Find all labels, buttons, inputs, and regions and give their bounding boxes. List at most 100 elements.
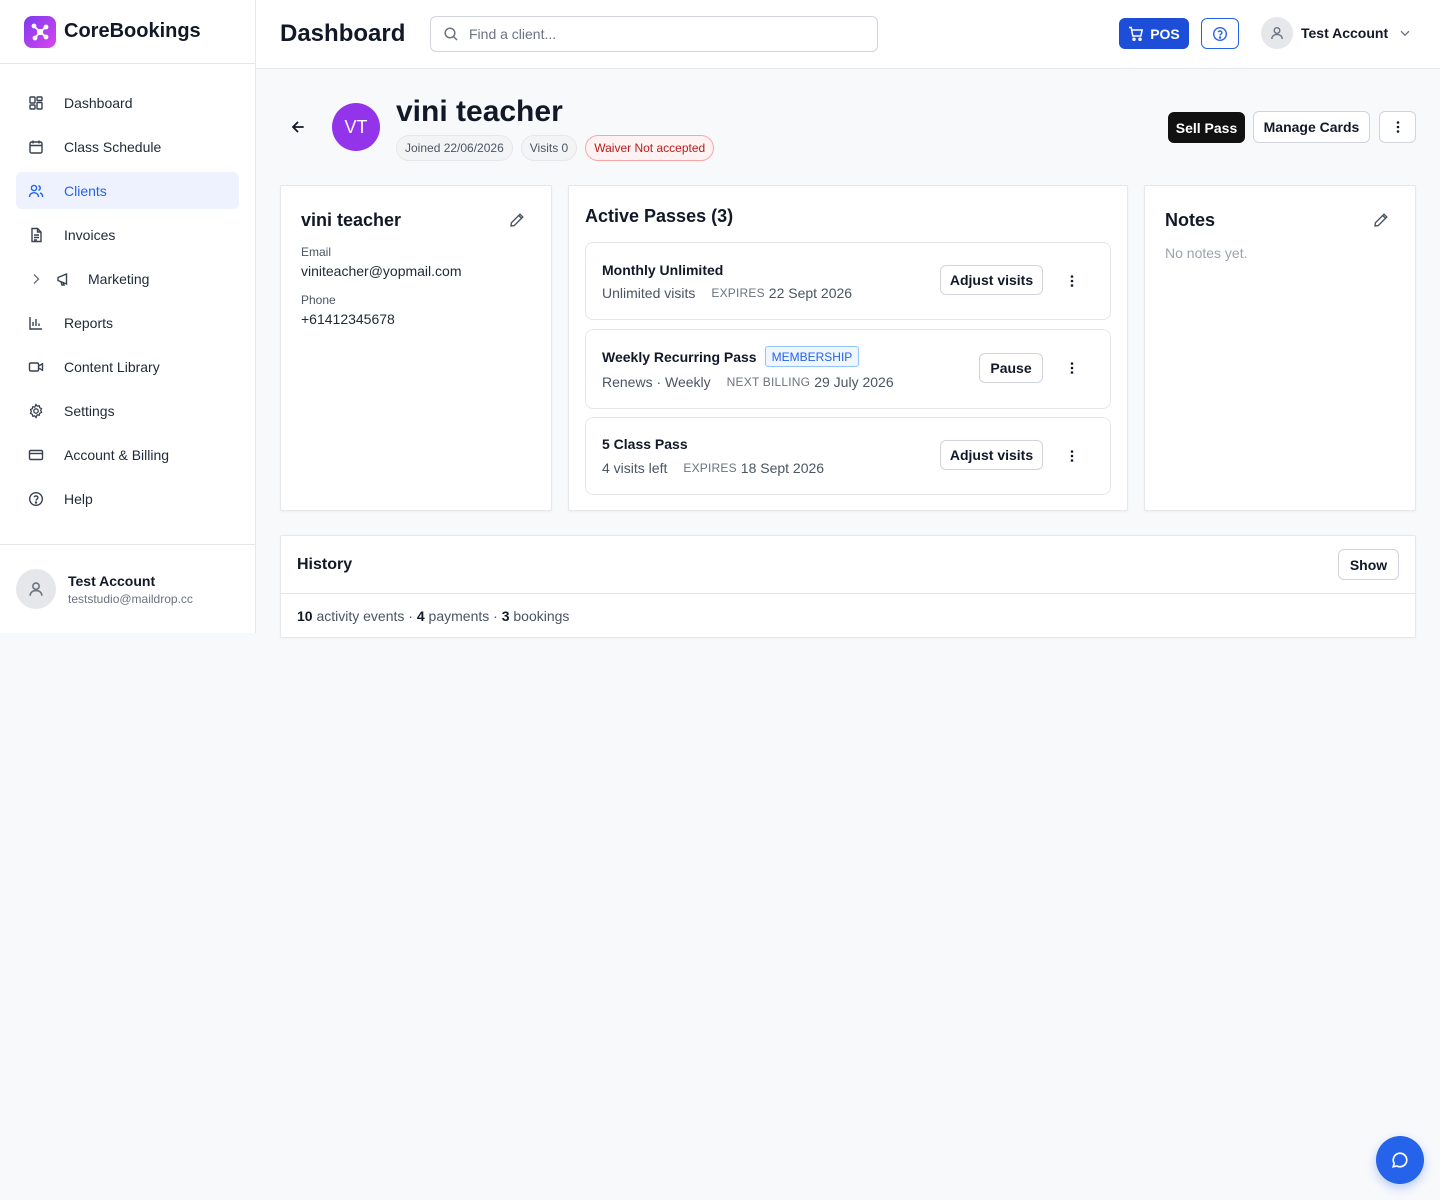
back-button[interactable] <box>288 117 308 137</box>
bookings-count: 3 <box>501 608 510 624</box>
pass-date-label: NEXT BILLING <box>726 375 811 389</box>
sidebar-item-clients[interactable]: Clients <box>16 172 239 209</box>
active-passes-card: Active Passes (3) Monthly Unlimited Unli… <box>568 185 1128 511</box>
payments-label: payments <box>428 608 490 624</box>
brand[interactable]: CoreBookings <box>0 0 255 64</box>
video-icon <box>28 361 44 372</box>
account-name: Test Account <box>1301 25 1389 41</box>
sidebar-item-reports[interactable]: Reports <box>16 304 239 341</box>
client-info-card: vini teacher Email viniteacher@yopmail.c… <box>280 185 552 511</box>
more-vertical-icon <box>1396 121 1399 133</box>
avatar <box>16 569 56 609</box>
pass-status: Unlimited visits <box>602 285 696 301</box>
arrow-left-icon <box>291 121 304 133</box>
more-vertical-icon[interactable] <box>1064 448 1080 464</box>
file-icon <box>31 227 42 242</box>
account-name: Test Account <box>68 572 156 589</box>
pass-date: 29 July 2026 <box>814 374 894 390</box>
chevron-down-icon <box>1400 30 1410 37</box>
sidebar-item-invoices[interactable]: Invoices <box>16 216 239 253</box>
search-input[interactable] <box>469 26 849 42</box>
sidebar-item-help[interactable]: Help <box>16 480 239 517</box>
joined-chip: Joined 22/06/2026 <box>396 135 513 161</box>
search-icon <box>444 27 458 41</box>
pencil-icon[interactable] <box>1373 212 1389 228</box>
sidebar-item-label: Invoices <box>64 226 116 243</box>
pass-date: 18 Sept 2026 <box>740 460 825 476</box>
more-vertical-icon[interactable] <box>1064 360 1080 376</box>
grid-icon <box>29 95 43 110</box>
sidebar-item-marketing[interactable]: Marketing <box>16 260 239 297</box>
pass-meta: Renews · Weekly NEXT BILLING 29 July 202… <box>602 374 894 390</box>
account-email: teststudio@maildrop.cc <box>68 591 193 606</box>
pass-date-label: EXPIRES <box>711 286 765 300</box>
sidebar-item-settings[interactable]: Settings <box>16 392 239 429</box>
page-title: Dashboard <box>280 20 406 47</box>
sidebar-item-label: Marketing <box>88 270 150 287</box>
search-box[interactable] <box>430 16 878 52</box>
sidebar-item-label: Content Library <box>64 358 160 375</box>
adjust-visits-button[interactable]: Adjust visits <box>940 265 1043 295</box>
users-icon <box>28 184 44 197</box>
sidebar-item-label: Account & Billing <box>64 446 170 463</box>
sidebar-item-label: Clients <box>64 182 107 199</box>
sidebar-item-dashboard[interactable]: Dashboard <box>16 84 239 121</box>
gear-icon <box>29 402 43 419</box>
help-button[interactable] <box>1201 18 1239 49</box>
adjust-visits-button[interactable]: Adjust visits <box>940 440 1043 470</box>
history-summary: 10 activity events · 4 payments · 3 book… <box>297 608 570 624</box>
waiver-chip[interactable]: Waiver Not accepted <box>585 135 715 161</box>
brand-logo-icon <box>24 15 56 48</box>
cart-icon <box>1129 26 1144 41</box>
more-actions-button[interactable] <box>1379 111 1416 143</box>
info-card-title: vini teacher <box>301 210 402 230</box>
sell-pass-button[interactable]: Sell Pass <box>1168 112 1245 143</box>
email-value: viniteacher@yopmail.com <box>301 263 462 279</box>
phone-label: Phone <box>301 293 336 307</box>
sidebar-item-account-billing[interactable]: Account & Billing <box>16 436 239 473</box>
client-avatar: VT <box>332 103 380 151</box>
account-menu[interactable]: Test Account <box>1261 17 1412 49</box>
sidebar-item-label: Settings <box>64 402 115 419</box>
chevron-right-icon[interactable] <box>28 271 44 287</box>
pass-status: Renews · Weekly <box>602 374 711 390</box>
pause-button[interactable]: Pause <box>979 353 1043 383</box>
chat-bubble-icon <box>1392 1152 1408 1168</box>
pass-item: 5 Class Pass 4 visits left EXPIRES 18 Se… <box>585 417 1111 495</box>
sidebar: CoreBookings Dashboard Class Schedule Cl… <box>0 0 256 633</box>
sidebar-item-label: Class Schedule <box>64 138 162 155</box>
sidebar-item-class-schedule[interactable]: Class Schedule <box>16 128 239 165</box>
notes-empty-text: No notes yet. <box>1165 245 1248 261</box>
sidebar-account[interactable]: Test Account teststudio@maildrop.cc <box>0 544 255 633</box>
pass-meta: 4 visits left EXPIRES 18 Sept 2026 <box>602 460 824 476</box>
sidebar-item-content-library[interactable]: Content Library <box>16 348 239 385</box>
client-chips: Joined 22/06/2026 Visits 0 Waiver Not ac… <box>396 135 715 161</box>
pass-name: Weekly Recurring Pass <box>602 348 757 365</box>
help-circle-icon <box>28 491 44 506</box>
sidebar-item-label: Dashboard <box>64 94 133 111</box>
phone-value: +61412345678 <box>301 311 395 327</box>
bookings-label: bookings <box>513 608 570 624</box>
user-icon <box>1271 27 1283 40</box>
pass-name: 5 Class Pass <box>602 436 688 452</box>
chat-button[interactable] <box>1376 1136 1424 1184</box>
manage-cards-button[interactable]: Manage Cards <box>1253 111 1370 143</box>
show-history-button[interactable]: Show <box>1338 549 1399 580</box>
pos-button[interactable]: POS <box>1119 18 1189 49</box>
more-vertical-icon[interactable] <box>1064 273 1080 289</box>
calendar-icon <box>29 140 43 154</box>
avatar <box>1261 17 1293 49</box>
top-header: Dashboard POS Test Account <box>256 0 1440 69</box>
passes-title: Active Passes (3) <box>585 206 734 226</box>
activity-count: 10 <box>297 608 313 624</box>
help-circle-icon <box>1212 26 1228 41</box>
brand-name: CoreBookings <box>64 20 201 42</box>
pass-name-row: Weekly Recurring Pass MEMBERSHIP <box>602 346 860 367</box>
notes-card: Notes No notes yet. <box>1144 185 1416 511</box>
pass-item: Monthly Unlimited Unlimited visits EXPIR… <box>585 242 1111 320</box>
pass-meta: Unlimited visits EXPIRES 22 Sept 2026 <box>602 285 852 301</box>
pos-label: POS <box>1150 25 1180 42</box>
pencil-icon[interactable] <box>509 212 525 228</box>
pass-name: Monthly Unlimited <box>602 262 724 278</box>
visits-chip: Visits 0 <box>520 135 578 161</box>
